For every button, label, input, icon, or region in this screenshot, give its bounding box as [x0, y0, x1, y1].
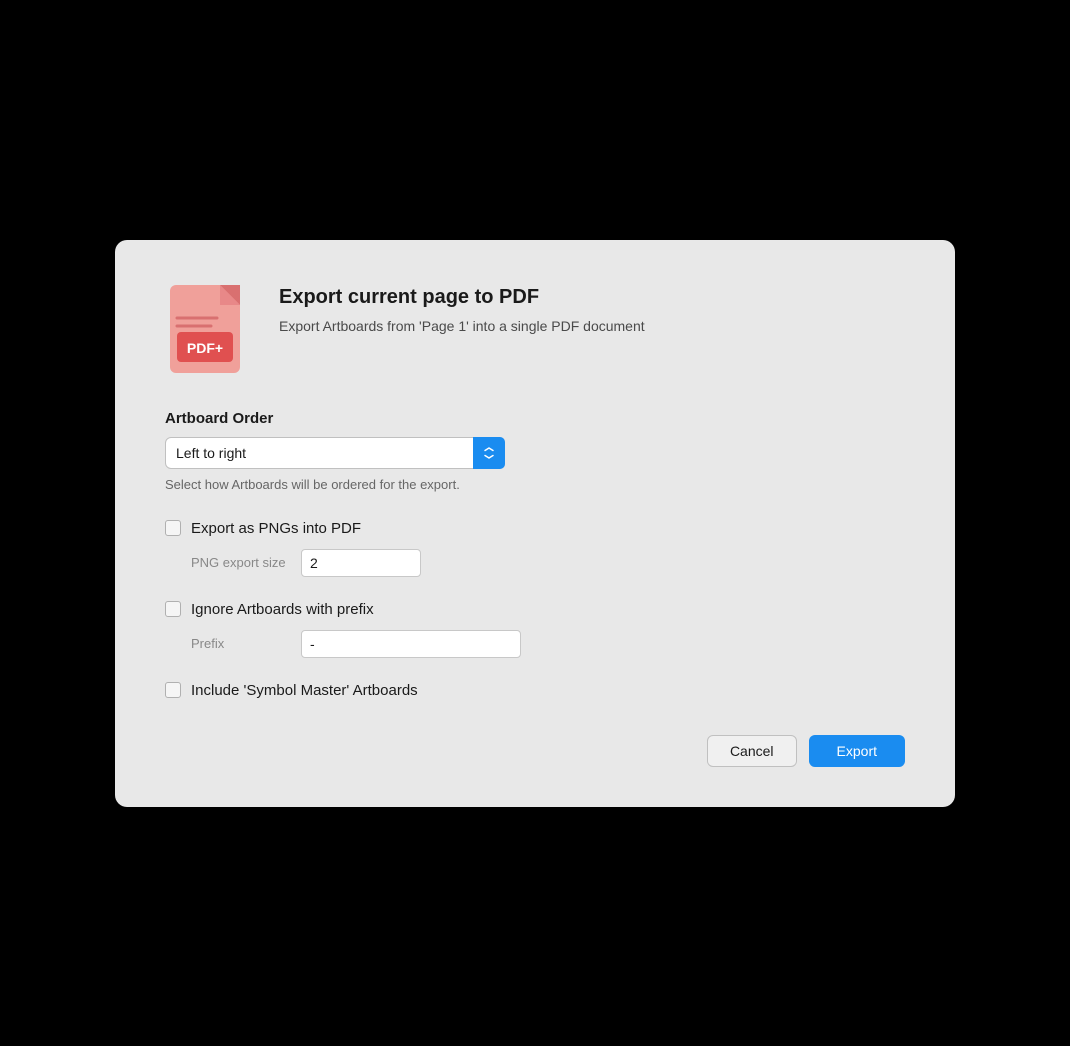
png-size-label: PNG export size — [191, 555, 291, 570]
export-dialog: PDF+ Export current page to PDF Export A… — [115, 240, 955, 807]
pdf-icon: PDF+ — [165, 280, 255, 380]
artboard-order-section: Artboard Order Left to right Top to bott… — [165, 410, 905, 492]
dialog-header: PDF+ Export current page to PDF Export A… — [165, 280, 905, 380]
prefix-row: Prefix — [191, 630, 905, 658]
ignore-artboards-section: Ignore Artboards with prefix Prefix — [165, 601, 905, 658]
export-button[interactable]: Export — [809, 735, 905, 767]
svg-text:PDF+: PDF+ — [187, 340, 223, 356]
export-png-row: Export as PNGs into PDF — [165, 520, 905, 537]
prefix-label: Prefix — [191, 636, 291, 651]
artboard-order-label: Artboard Order — [165, 410, 905, 427]
include-symbol-checkbox[interactable] — [165, 682, 181, 698]
cancel-button[interactable]: Cancel — [707, 735, 797, 767]
dialog-title: Export current page to PDF — [279, 286, 645, 309]
header-text: Export current page to PDF Export Artboa… — [279, 280, 645, 337]
include-symbol-label: Include 'Symbol Master' Artboards — [191, 682, 418, 699]
ignore-artboards-row: Ignore Artboards with prefix — [165, 601, 905, 618]
export-png-label: Export as PNGs into PDF — [191, 520, 361, 537]
include-symbol-row: Include 'Symbol Master' Artboards — [165, 682, 905, 699]
export-png-checkbox[interactable] — [165, 520, 181, 536]
dialog-footer: Cancel Export — [165, 735, 905, 767]
artboard-order-hint: Select how Artboards will be ordered for… — [165, 477, 905, 492]
ignore-artboards-checkbox[interactable] — [165, 601, 181, 617]
artboard-order-select-wrapper: Left to right Top to bottom Right to lef… — [165, 437, 505, 469]
png-size-input[interactable] — [301, 549, 421, 577]
export-png-section: Export as PNGs into PDF PNG export size — [165, 520, 905, 577]
include-symbol-section: Include 'Symbol Master' Artboards — [165, 682, 905, 699]
png-size-row: PNG export size — [191, 549, 905, 577]
ignore-artboards-label: Ignore Artboards with prefix — [191, 601, 374, 618]
artboard-order-select[interactable]: Left to right Top to bottom Right to lef… — [165, 437, 505, 469]
dialog-subtitle: Export Artboards from 'Page 1' into a si… — [279, 317, 645, 337]
prefix-input[interactable] — [301, 630, 521, 658]
